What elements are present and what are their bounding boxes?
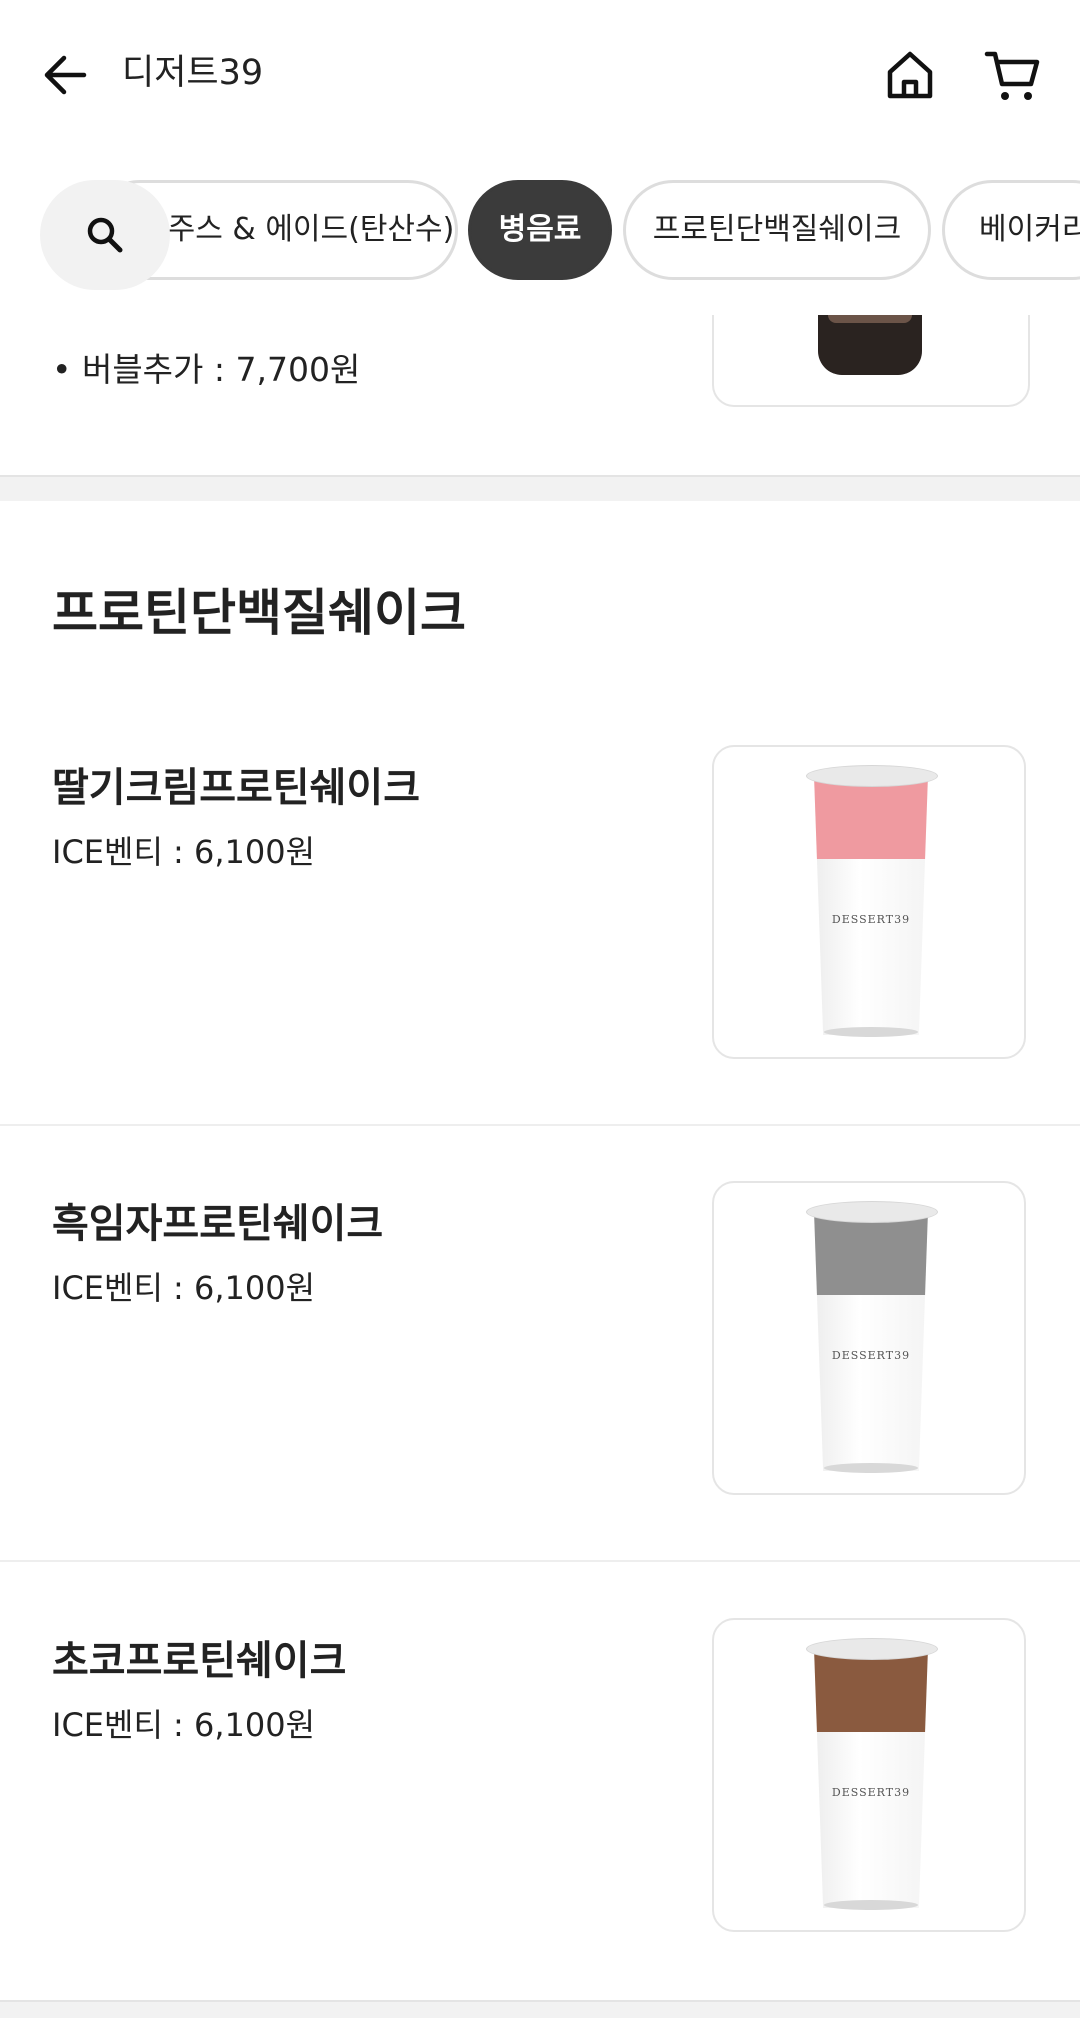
tab-bottled-drinks[interactable]: 병음료 <box>468 180 612 280</box>
item-photo: DESSERT39 <box>712 1181 1026 1495</box>
tab-label: 프로틴단백질쉐이크 <box>652 212 902 247</box>
cart-button[interactable] <box>983 46 1043 106</box>
menu-item[interactable]: 초코프로틴쉐이크 ICE벤티 : 6,100원 DESSERT39 <box>0 1563 1080 1999</box>
item-photo <box>712 315 1030 407</box>
menu-item-partial[interactable]: • 버블추가 : 7,700원 <box>0 315 1080 475</box>
cup-brand-mark: DESSERT39 <box>831 1349 911 1362</box>
app-header: 디저트39 <box>0 0 1080 145</box>
section-divider <box>0 475 1080 501</box>
section-title: 프로틴단백질쉐이크 <box>52 584 466 642</box>
item-price: ICE벤티 : 6,100원 <box>52 1706 316 1744</box>
item-price: ICE벤티 : 6,100원 <box>52 1269 316 1307</box>
menu-item[interactable]: 딸기크림프로틴쉐이크 ICE벤티 : 6,100원 DESSERT39 <box>0 690 1080 1126</box>
cup-brand-mark: DESSERT39 <box>831 1786 911 1799</box>
item-name: 흑임자프로틴쉐이크 <box>52 1201 384 1247</box>
tab-label: 병음료 <box>498 212 582 247</box>
store-title: 디저트39 <box>122 53 264 93</box>
category-tab-bar: 주스 & 에이드(탄산수) 병음료 프로틴단백질쉐이크 베이커리 <box>0 145 1080 327</box>
home-button[interactable] <box>880 46 940 106</box>
tab-label: 주스 & 에이드(탄산수) <box>167 212 455 247</box>
menu-search-button[interactable] <box>40 180 170 290</box>
item-photo: DESSERT39 <box>712 745 1026 1059</box>
shake-cup-image: DESSERT39 <box>806 765 938 1043</box>
search-icon <box>87 217 123 253</box>
tab-label: 베이커리 <box>979 212 1080 247</box>
back-button[interactable] <box>40 50 90 100</box>
shake-cup-image: DESSERT39 <box>806 1201 938 1479</box>
menu-item[interactable]: 흑임자프로틴쉐이크 ICE벤티 : 6,100원 DESSERT39 <box>0 1126 1080 1562</box>
item-name: 초코프로틴쉐이크 <box>52 1638 347 1684</box>
item-name: 딸기크림프로틴쉐이크 <box>52 765 420 811</box>
cart-icon <box>984 51 1040 100</box>
home-icon <box>887 51 933 99</box>
shake-cup-image: DESSERT39 <box>806 1638 938 1916</box>
section-divider <box>0 2000 1080 2018</box>
item-photo: DESSERT39 <box>712 1618 1026 1932</box>
item-price: ICE벤티 : 6,100원 <box>52 833 316 871</box>
bottle-image <box>818 315 922 375</box>
cup-brand-mark: DESSERT39 <box>831 913 911 926</box>
tab-protein-shake[interactable]: 프로틴단백질쉐이크 <box>623 180 931 280</box>
arrow-left-icon <box>44 55 87 95</box>
tab-bakery[interactable]: 베이커리 <box>942 180 1080 280</box>
option-price-line: • 버블추가 : 7,700원 <box>52 350 361 389</box>
